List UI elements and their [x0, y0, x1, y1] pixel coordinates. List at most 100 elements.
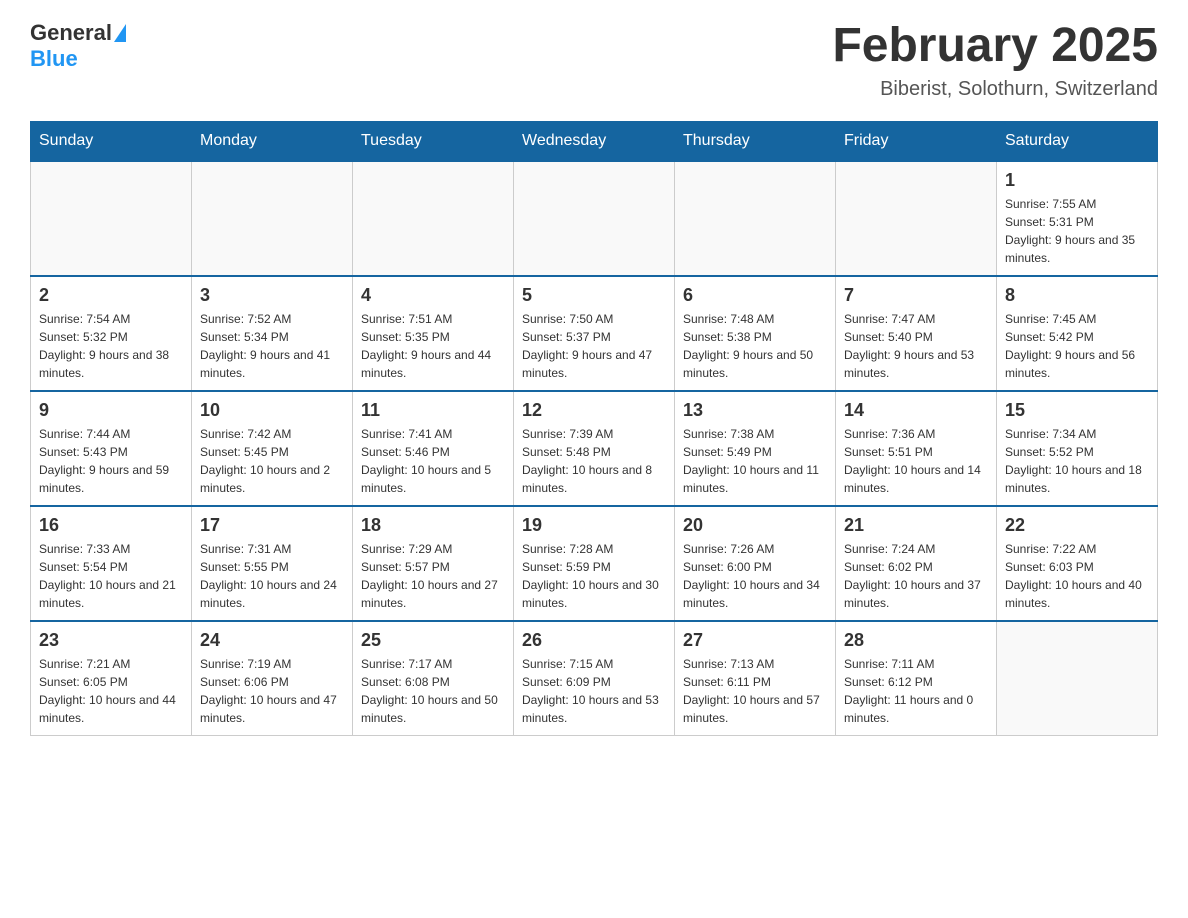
sunset-text: Sunset: 5:32 PM — [39, 330, 128, 344]
sunrise-text: Sunrise: 7:31 AM — [200, 542, 291, 556]
calendar-cell — [836, 161, 997, 276]
day-number: 12 — [522, 400, 666, 421]
calendar-cell: 8Sunrise: 7:45 AMSunset: 5:42 PMDaylight… — [997, 276, 1158, 391]
sunset-text: Sunset: 6:09 PM — [522, 675, 611, 689]
day-number: 7 — [844, 285, 988, 306]
day-number: 19 — [522, 515, 666, 536]
daylight-text: Daylight: 9 hours and 53 minutes. — [844, 348, 974, 380]
day-number: 24 — [200, 630, 344, 651]
sunrise-text: Sunrise: 7:39 AM — [522, 427, 613, 441]
calendar-cell: 22Sunrise: 7:22 AMSunset: 6:03 PMDayligh… — [997, 506, 1158, 621]
calendar-cell: 26Sunrise: 7:15 AMSunset: 6:09 PMDayligh… — [514, 621, 675, 736]
sunrise-text: Sunrise: 7:34 AM — [1005, 427, 1096, 441]
day-info: Sunrise: 7:28 AMSunset: 5:59 PMDaylight:… — [522, 540, 666, 612]
calendar-cell: 3Sunrise: 7:52 AMSunset: 5:34 PMDaylight… — [192, 276, 353, 391]
sunset-text: Sunset: 5:54 PM — [39, 560, 128, 574]
header-tuesday: Tuesday — [353, 121, 514, 161]
calendar-cell: 20 Sunrise: 7:26 AMSunset: 6:00 PMDayligh… — [675, 506, 836, 621]
day-number: 27 — [683, 630, 827, 651]
daylight-text: Daylight: 10 hours and 21 minutes. — [39, 578, 176, 610]
sunrise-text: Sunrise: 7:13 AM — [683, 657, 774, 671]
logo-blue-text: Blue — [30, 46, 78, 72]
daylight-text: Daylight: 10 hours and 47 minutes. — [200, 693, 337, 725]
daylight-text: Daylight: 10 hours and 24 minutes. — [200, 578, 337, 610]
day-info: Sunrise: 7:17 AMSunset: 6:08 PMDaylight:… — [361, 655, 505, 727]
daylight-text: Daylight: 10 hours and 53 minutes. — [522, 693, 659, 725]
subtitle: Biberist, Solothurn, Switzerland — [832, 78, 1158, 101]
sunset-text: Sunset: 5:40 PM — [844, 330, 933, 344]
day-number: 5 — [522, 285, 666, 306]
day-number: 11 — [361, 400, 505, 421]
day-info: Sunrise: 7:26 AMSunset: 6:00 PMDaylight:… — [683, 540, 827, 612]
sunset-text: Sunset: 5:42 PM — [1005, 330, 1094, 344]
sunrise-text: Sunrise: 7:44 AM — [39, 427, 130, 441]
logo: General Blue — [30, 20, 128, 72]
day-number: 22 — [1005, 515, 1149, 536]
calendar-cell: 10Sunrise: 7:42 AMSunset: 5:45 PMDayligh… — [192, 391, 353, 506]
header-wednesday: Wednesday — [514, 121, 675, 161]
daylight-text: Daylight: 10 hours and 14 minutes. — [844, 463, 981, 495]
day-info: Sunrise: 7:24 AM Sunset: 6:02 PM Daylight:… — [844, 540, 988, 612]
main-title: February 2025 — [832, 20, 1158, 73]
daylight-text: Daylight: 10 hours and 57 minutes. — [683, 693, 820, 725]
day-info: Sunrise: 7:38 AMSunset: 5:49 PMDaylight:… — [683, 425, 827, 497]
calendar-cell: 2Sunrise: 7:54 AMSunset: 5:32 PMDaylight… — [31, 276, 192, 391]
calendar-cell — [675, 161, 836, 276]
day-info: Sunrise: 7:39 AMSunset: 5:48 PMDaylight:… — [522, 425, 666, 497]
day-number: 25 — [361, 630, 505, 651]
daylight-text: Daylight: 10 hours and 37 minutes. — [844, 578, 981, 610]
day-number: 20 — [683, 515, 827, 536]
sunrise-text: Sunrise: 7:55 AM — [1005, 197, 1096, 211]
daylight-text: Daylight: 9 hours and 47 minutes. — [522, 348, 652, 380]
day-number: 28 — [844, 630, 988, 651]
calendar-cell: 13 Sunrise: 7:38 AMSunset: 5:49 PMDayligh… — [675, 391, 836, 506]
sunset-text: Sunset: 6:00 PM — [683, 560, 772, 574]
day-info: Sunrise: 7:15 AMSunset: 6:09 PMDaylight:… — [522, 655, 666, 727]
day-info: Sunrise: 7:52 AMSunset: 5:34 PMDaylight:… — [200, 310, 344, 382]
sunrise-text: Sunrise: 7:28 AM — [522, 542, 613, 556]
week-row-5: 23Sunrise: 7:21 AMSunset: 6:05 PMDayligh… — [31, 621, 1158, 736]
daylight-text: Daylight: 10 hours and 30 minutes. — [522, 578, 659, 610]
week-row-1: 1Sunrise: 7:55 AMSunset: 5:31 PMDaylight… — [31, 161, 1158, 276]
week-row-2: 2Sunrise: 7:54 AMSunset: 5:32 PMDaylight… — [31, 276, 1158, 391]
sunset-text: Sunset: 5:31 PM — [1005, 215, 1094, 229]
daylight-text: Daylight: 10 hours and 5 minutes. — [361, 463, 491, 495]
day-number: 13 — [683, 400, 827, 421]
sunset-text: Sunset: 6:02 PM — [844, 560, 933, 574]
day-info: Sunrise: 7:51 AMSunset: 5:35 PMDaylight:… — [361, 310, 505, 382]
header-sunday: Sunday — [31, 121, 192, 161]
day-number: 17 — [200, 515, 344, 536]
daylight-text: Daylight: 10 hours and 34 minutes. — [683, 578, 820, 610]
sunset-text: Sunset: 5:38 PM — [683, 330, 772, 344]
calendar-cell: 24Sunrise: 7:19 AMSunset: 6:06 PMDayligh… — [192, 621, 353, 736]
sunset-text: Sunset: 5:34 PM — [200, 330, 289, 344]
sunset-text: Sunset: 6:03 PM — [1005, 560, 1094, 574]
day-info: Sunrise: 7:36 AMSunset: 5:51 PMDaylight:… — [844, 425, 988, 497]
calendar-cell: 19 Sunrise: 7:28 AMSunset: 5:59 PMDayligh… — [514, 506, 675, 621]
sunset-text: Sunset: 6:06 PM — [200, 675, 289, 689]
sunrise-text: Sunrise: 7:33 AM — [39, 542, 130, 556]
sunrise-text: Sunrise: 7:47 AM — [844, 312, 935, 326]
day-number: 23 — [39, 630, 183, 651]
sunrise-text: Sunrise: 7:24 AM — [844, 542, 935, 556]
sunrise-text: Sunrise: 7:22 AM — [1005, 542, 1096, 556]
calendar-cell — [192, 161, 353, 276]
day-info: Sunrise: 7:55 AMSunset: 5:31 PMDaylight:… — [1005, 195, 1149, 267]
day-info: Sunrise: 7:47 AM Sunset: 5:40 PM Daylight:… — [844, 310, 988, 382]
sunset-text: Sunset: 5:52 PM — [1005, 445, 1094, 459]
sunset-text: Sunset: 5:43 PM — [39, 445, 128, 459]
day-number: 15 — [1005, 400, 1149, 421]
weekday-header-row: Sunday Monday Tuesday Wednesday Thursday… — [31, 121, 1158, 161]
logo-general-text: General — [30, 20, 112, 46]
daylight-text: Daylight: 9 hours and 59 minutes. — [39, 463, 169, 495]
calendar-cell: 25 Sunrise: 7:17 AMSunset: 6:08 PMDayligh… — [353, 621, 514, 736]
sunset-text: Sunset: 5:55 PM — [200, 560, 289, 574]
day-number: 10 — [200, 400, 344, 421]
sunset-text: Sunset: 5:48 PM — [522, 445, 611, 459]
calendar-cell: 23Sunrise: 7:21 AMSunset: 6:05 PMDayligh… — [31, 621, 192, 736]
day-info: Sunrise: 7:34 AMSunset: 5:52 PMDaylight:… — [1005, 425, 1149, 497]
sunset-text: Sunset: 5:46 PM — [361, 445, 450, 459]
sunrise-text: Sunrise: 7:54 AM — [39, 312, 130, 326]
daylight-text: Daylight: 9 hours and 38 minutes. — [39, 348, 169, 380]
day-info: Sunrise: 7:48 AMSunset: 5:38 PMDaylight:… — [683, 310, 827, 382]
